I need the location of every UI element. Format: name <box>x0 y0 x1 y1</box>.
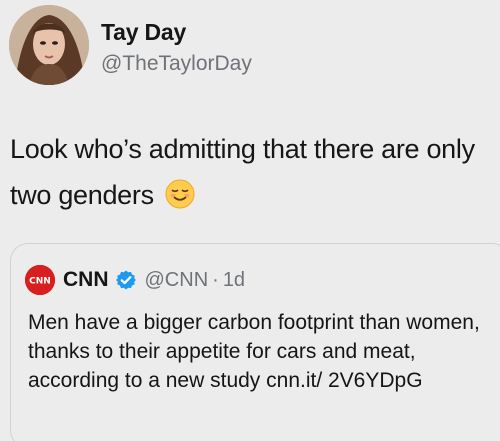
quoted-author-handle[interactable]: @CNN <box>145 269 209 292</box>
author-name[interactable]: Tay Day <box>101 19 186 46</box>
quoted-tweet-text: Men have a bigger carbon footprint than … <box>28 311 480 392</box>
tweet[interactable]: Tay Day @TheTaylorDay Look who’s admitti… <box>0 0 500 441</box>
author-handle[interactable]: @TheTaylorDay <box>101 52 252 76</box>
cnn-logo-text: CNN <box>29 277 51 287</box>
profile-photo-avatar <box>9 5 89 85</box>
verified-badge-icon <box>115 270 136 290</box>
quoted-tweet-header: CNN CNN @CNN · 1d <box>25 265 245 295</box>
avatar[interactable] <box>9 5 89 85</box>
cnn-logo[interactable]: CNN <box>25 265 55 295</box>
cnn-logo-mark: CNN <box>25 265 55 295</box>
tweet-text: Look who’s admitting that there are only… <box>10 126 495 218</box>
relieved-face-emoji <box>165 179 195 209</box>
quoted-author-name[interactable]: CNN <box>63 268 109 292</box>
tweet-text-content: Look who’s admitting that there are only… <box>10 134 475 210</box>
quoted-tweet-card[interactable]: CNN CNN @CNN · 1d Men have a bigger carb… <box>10 243 500 441</box>
quoted-separator: · <box>212 268 219 291</box>
quoted-timestamp[interactable]: 1d <box>223 269 245 292</box>
